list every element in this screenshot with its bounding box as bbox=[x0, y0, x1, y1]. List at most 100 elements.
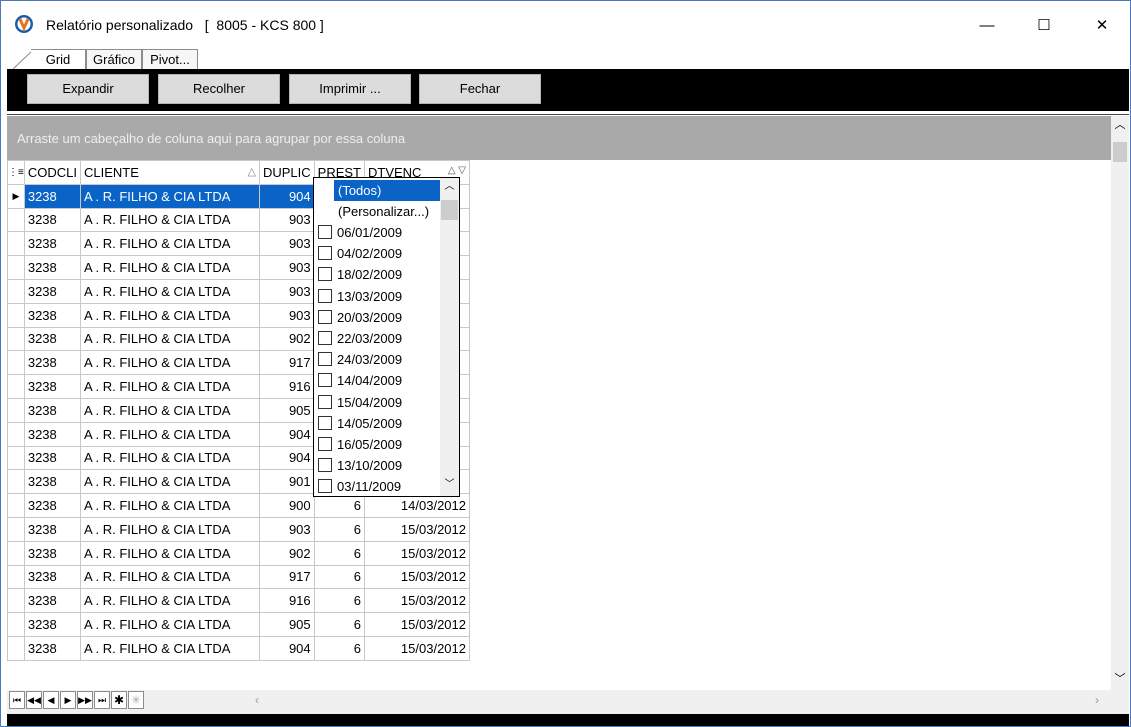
row-indicator[interactable] bbox=[7, 421, 25, 447]
checkbox[interactable] bbox=[318, 373, 332, 388]
cell-codcli[interactable]: 3238 bbox=[23, 516, 81, 542]
cell-duplic[interactable]: 902 bbox=[258, 326, 315, 352]
row-indicator[interactable] bbox=[7, 231, 25, 257]
cell-dtvenc[interactable]: 15/03/2012 bbox=[364, 540, 470, 566]
cell-cliente[interactable]: A . R. FILHO & CIA LTDA bbox=[79, 374, 260, 399]
cell-codcli[interactable]: 3238 bbox=[23, 207, 81, 233]
filter-scroll-thumb[interactable] bbox=[441, 200, 458, 220]
checkbox[interactable] bbox=[318, 437, 332, 451]
cell-duplic[interactable]: 916 bbox=[258, 374, 315, 399]
column-header-cliente[interactable]: CLIENTE △ bbox=[79, 160, 260, 185]
cell-duplic[interactable]: 905 bbox=[258, 397, 315, 423]
row-indicator[interactable] bbox=[7, 255, 25, 280]
cell-codcli[interactable]: 3238 bbox=[23, 635, 81, 661]
cell-codcli[interactable]: 3238 bbox=[23, 278, 81, 304]
checkbox[interactable] bbox=[318, 394, 332, 409]
vertical-scrollbar[interactable]: ︿ ﹀ bbox=[1111, 116, 1129, 690]
cell-codcli[interactable]: 3238 bbox=[23, 231, 81, 257]
cell-duplic[interactable]: 905 bbox=[258, 612, 315, 637]
close-window-button[interactable]: ✕ bbox=[1079, 11, 1125, 41]
expand-button[interactable]: Expandir bbox=[27, 74, 149, 104]
row-indicator[interactable] bbox=[7, 302, 25, 328]
cell-cliente[interactable]: A . R. FILHO & CIA LTDA bbox=[79, 183, 260, 209]
filter-icon[interactable]: △ ▽ bbox=[448, 165, 466, 176]
cell-codcli[interactable]: 3238 bbox=[23, 255, 81, 280]
cell-cliente[interactable]: A . R. FILHO & CIA LTDA bbox=[79, 612, 260, 637]
row-indicator[interactable] bbox=[7, 278, 25, 304]
filter-option-date[interactable]: 03/11/2009 bbox=[318, 476, 401, 497]
row-indicator[interactable] bbox=[7, 350, 25, 376]
cell-codcli[interactable]: 3238 bbox=[23, 540, 81, 566]
cell-cliente[interactable]: A . R. FILHO & CIA LTDA bbox=[79, 564, 260, 590]
cell-duplic[interactable]: 917 bbox=[258, 564, 315, 590]
cell-duplic[interactable]: 903 bbox=[258, 255, 315, 280]
cell-codcli[interactable]: 3238 bbox=[23, 350, 81, 376]
scroll-left-icon[interactable]: ‹ bbox=[255, 693, 259, 707]
filter-dropdown[interactable]: (Todos) (Personalizar...) 06/01/2009 04/02/… bbox=[313, 177, 460, 497]
tab-chart[interactable]: Gráfico bbox=[86, 49, 142, 69]
checkbox[interactable] bbox=[318, 415, 332, 430]
checkbox[interactable] bbox=[318, 479, 332, 494]
cell-codcli[interactable]: 3238 bbox=[23, 326, 81, 352]
checkbox[interactable] bbox=[318, 267, 332, 282]
table-row[interactable]: 3238 A . R. FILHO & CIA LTDA 905 6 15/03/201… bbox=[7, 612, 470, 637]
cell-dtvenc[interactable]: 15/03/2012 bbox=[364, 564, 470, 590]
row-indicator[interactable] bbox=[7, 326, 25, 352]
scroll-thumb[interactable] bbox=[1113, 142, 1127, 162]
checkbox[interactable] bbox=[318, 225, 332, 239]
cell-dtvenc[interactable]: 15/03/2012 bbox=[364, 635, 470, 661]
table-row[interactable]: 3238 A . R. FILHO & CIA LTDA 917 6 15/03/201… bbox=[7, 564, 470, 590]
filter-option-date[interactable]: 13/03/2009 bbox=[318, 286, 402, 307]
table-row[interactable]: 3238 A . R. FILHO & CIA LTDA 904 6 15/03/201… bbox=[7, 635, 470, 661]
cell-codcli[interactable]: 3238 bbox=[23, 612, 81, 637]
filter-option-date[interactable]: 16/05/2009 bbox=[318, 434, 402, 455]
nav-prev-page-icon[interactable]: ◀◀ bbox=[26, 691, 42, 709]
cell-duplic[interactable]: 904 bbox=[258, 183, 315, 209]
cell-cliente[interactable]: A . R. FILHO & CIA LTDA bbox=[79, 421, 260, 447]
row-indicator[interactable] bbox=[7, 588, 25, 614]
cell-duplic[interactable]: 903 bbox=[258, 278, 315, 304]
nav-insert-icon[interactable]: ✱ bbox=[111, 691, 127, 709]
cell-cliente[interactable]: A . R. FILHO & CIA LTDA bbox=[79, 493, 260, 518]
cell-cliente[interactable]: A . R. FILHO & CIA LTDA bbox=[79, 469, 260, 495]
row-indicator[interactable] bbox=[7, 374, 25, 399]
cell-duplic[interactable]: 903 bbox=[258, 231, 315, 257]
cell-cliente[interactable]: A . R. FILHO & CIA LTDA bbox=[79, 326, 260, 352]
table-row[interactable]: 3238 A . R. FILHO & CIA LTDA 916 6 15/03/201… bbox=[7, 588, 470, 614]
minimize-button[interactable]: — bbox=[964, 11, 1010, 41]
filter-option-date[interactable]: 13/10/2009 bbox=[318, 455, 402, 476]
nav-last-icon[interactable]: ⏭ bbox=[94, 691, 110, 709]
close-button[interactable]: Fechar bbox=[419, 74, 541, 104]
filter-scroll-up-icon[interactable]: ︿ bbox=[440, 178, 459, 196]
filter-option-date[interactable]: 24/03/2009 bbox=[318, 349, 402, 370]
cell-cliente[interactable]: A . R. FILHO & CIA LTDA bbox=[79, 635, 260, 661]
cell-prest[interactable]: 6 bbox=[313, 516, 366, 542]
cell-cliente[interactable]: A . R. FILHO & CIA LTDA bbox=[79, 231, 260, 257]
tab-pivot[interactable]: Pivot... bbox=[142, 49, 198, 69]
cell-dtvenc[interactable]: 15/03/2012 bbox=[364, 516, 470, 542]
cell-duplic[interactable]: 904 bbox=[258, 445, 315, 471]
row-indicator[interactable] bbox=[7, 469, 25, 495]
nav-next-icon[interactable]: ▶ bbox=[60, 691, 76, 709]
filter-option-date[interactable]: 04/02/2009 bbox=[318, 243, 402, 264]
column-header-codcli[interactable]: CODCLI bbox=[23, 160, 81, 185]
cell-codcli[interactable]: 3238 bbox=[23, 493, 81, 518]
cell-dtvenc[interactable]: 15/03/2012 bbox=[364, 588, 470, 614]
nav-delete-icon[interactable]: ✳ bbox=[128, 691, 144, 709]
filter-option-custom[interactable]: (Personalizar...) bbox=[338, 201, 429, 222]
cell-cliente[interactable]: A . R. FILHO & CIA LTDA bbox=[79, 588, 260, 614]
checkbox[interactable] bbox=[318, 458, 332, 473]
cell-cliente[interactable]: A . R. FILHO & CIA LTDA bbox=[79, 255, 260, 280]
collapse-button[interactable]: Recolher bbox=[158, 74, 280, 104]
filter-option-date[interactable]: 14/04/2009 bbox=[318, 370, 402, 391]
filter-option-date[interactable]: 06/01/2009 bbox=[318, 222, 402, 243]
row-indicator[interactable] bbox=[7, 540, 25, 566]
cell-duplic[interactable]: 902 bbox=[258, 540, 315, 566]
cell-duplic[interactable]: 900 bbox=[258, 493, 315, 518]
cell-cliente[interactable]: A . R. FILHO & CIA LTDA bbox=[79, 278, 260, 304]
cell-cliente[interactable]: A . R. FILHO & CIA LTDA bbox=[79, 540, 260, 566]
row-indicator[interactable] bbox=[7, 445, 25, 471]
cell-cliente[interactable]: A . R. FILHO & CIA LTDA bbox=[79, 445, 260, 471]
row-indicator[interactable] bbox=[7, 207, 25, 233]
filter-scroll-down-icon[interactable]: ﹀ bbox=[440, 476, 459, 494]
